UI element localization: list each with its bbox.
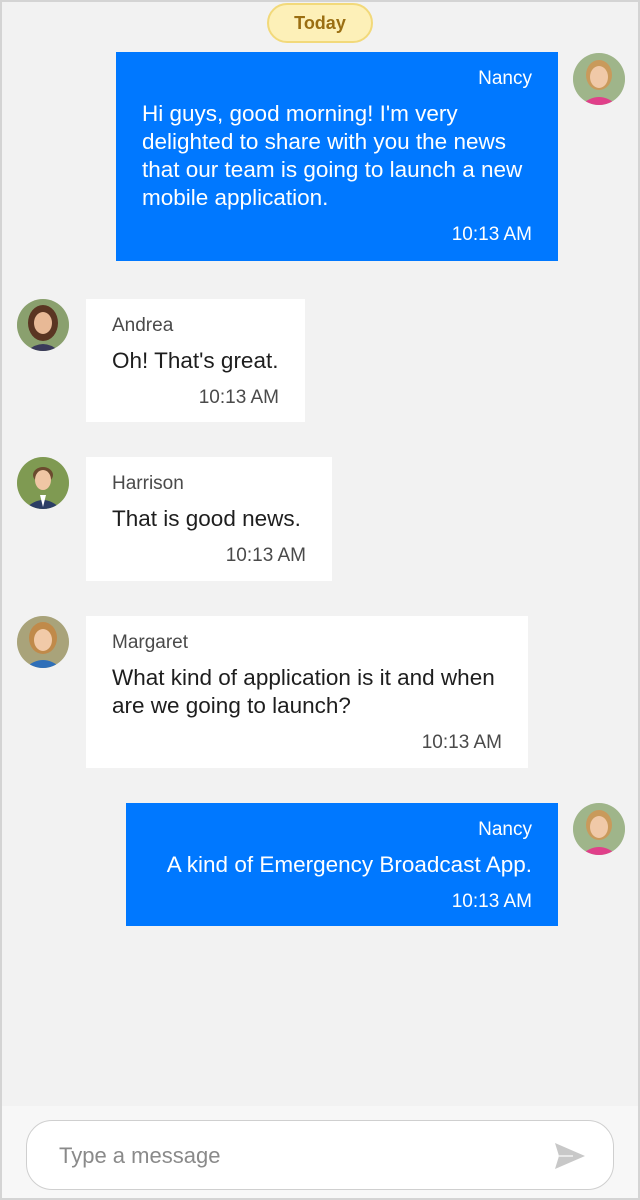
message-bubble-outgoing[interactable]: Nancy Hi guys, good morning! I'm very de… (116, 52, 558, 261)
message-text: Oh! That's great. (112, 348, 279, 373)
sender-name: Nancy (478, 819, 532, 840)
sender-name: Margaret (112, 632, 189, 653)
message-composer (26, 1120, 614, 1190)
message-bubble-incoming[interactable]: Margaret What kind of application is it … (86, 616, 528, 768)
avatar-nancy[interactable] (573, 53, 625, 105)
message-time: 10:13 AM (451, 224, 532, 245)
chat-window: Today Nancy Hi guys, good morning! I'm v… (0, 0, 640, 1200)
message-bubble-incoming[interactable]: Harrison That is good news. 10:13 AM (86, 457, 332, 581)
composer-area (2, 1106, 638, 1198)
send-icon (555, 1143, 585, 1169)
message-time: 10:13 AM (421, 732, 502, 753)
message-time: 10:13 AM (451, 891, 532, 912)
message-bubble-incoming[interactable]: Andrea Oh! That's great. 10:13 AM (86, 299, 305, 422)
message-input[interactable] (57, 1137, 521, 1175)
message-time: 10:13 AM (198, 387, 279, 408)
send-button[interactable] (553, 1141, 587, 1171)
message-bubble-outgoing[interactable]: Nancy A kind of Emergency Broadcast App.… (126, 803, 558, 926)
date-separator: Today (267, 3, 373, 43)
message-text: Hi guys, good morning! I'm very delighte… (142, 101, 523, 210)
avatar-harrison[interactable] (17, 457, 69, 509)
sender-name: Nancy (478, 68, 532, 89)
message-text: That is good news. (112, 506, 301, 531)
message-text: A kind of Emergency Broadcast App. (166, 852, 532, 877)
avatar-nancy[interactable] (573, 803, 625, 855)
sender-name: Harrison (112, 473, 184, 494)
sender-name: Andrea (112, 315, 174, 336)
message-text: What kind of application is it and when … (112, 665, 495, 718)
avatar-andrea[interactable] (17, 299, 69, 351)
message-time: 10:13 AM (225, 545, 306, 566)
avatar-margaret[interactable] (17, 616, 69, 668)
